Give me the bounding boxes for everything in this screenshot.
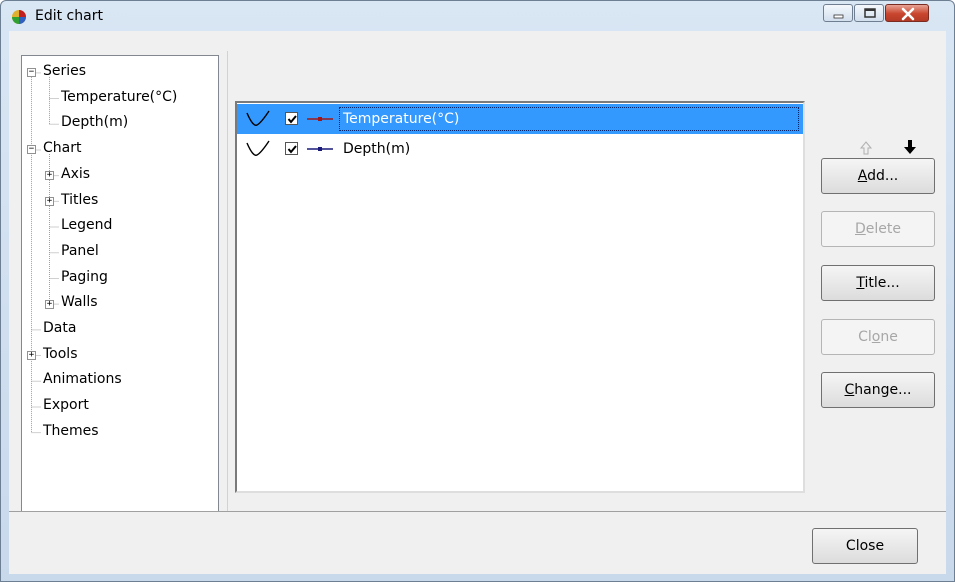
tree-item-titles[interactable]: Titles xyxy=(61,189,98,211)
series-style-icon[interactable] xyxy=(245,139,273,159)
delete-label-post: elete xyxy=(865,221,901,237)
maximize-icon xyxy=(864,8,876,18)
series-label: Depth(m) xyxy=(343,141,411,157)
close-window-button[interactable] xyxy=(885,4,929,22)
arrow-up-icon[interactable] xyxy=(857,139,875,157)
delete-label-mnemonic: D xyxy=(855,221,866,237)
series-list-row[interactable]: Depth(m) xyxy=(237,134,803,164)
tree-item-series[interactable]: Series xyxy=(43,60,86,82)
check-icon xyxy=(287,115,297,124)
editor-tree-view[interactable]: Series − Temperature(°C) Depth(m) Chart − Axis… xyxy=(21,55,219,549)
expand-icon[interactable]: + xyxy=(45,196,54,206)
tree-item-animations[interactable]: Animations xyxy=(43,368,122,390)
expand-icon[interactable]: + xyxy=(27,351,36,361)
tree-item-walls[interactable]: Walls xyxy=(61,291,98,313)
teechart-app-icon xyxy=(12,10,26,24)
maximize-button[interactable] xyxy=(854,4,884,22)
minimize-button[interactable] xyxy=(823,4,853,22)
series-visible-checkbox[interactable] xyxy=(285,142,298,155)
collapse-icon[interactable]: − xyxy=(27,145,36,155)
tree-item-legend[interactable]: Legend xyxy=(61,214,112,236)
tree-item-paging[interactable]: Paging xyxy=(61,266,108,288)
close-button[interactable]: Close xyxy=(812,528,918,564)
clone-series-button[interactable]: Clone xyxy=(821,319,935,355)
dialog-client-area: Series − Temperature(°C) Depth(m) Chart − Axis… xyxy=(9,31,946,574)
tree-item-export[interactable]: Export xyxy=(43,394,89,416)
check-icon xyxy=(287,145,297,154)
change-series-button[interactable]: Change... xyxy=(821,372,935,408)
change-label-mnemonic: C xyxy=(844,382,855,398)
clone-label-post: ne xyxy=(880,329,898,345)
series-line-icon xyxy=(307,117,333,121)
tree-item-panel[interactable]: Panel xyxy=(61,240,99,262)
tree-item-data[interactable]: Data xyxy=(43,317,76,339)
edit-chart-window: Edit chart Series − Temperature(°C) Depth(m… xyxy=(0,0,955,582)
title-series-button[interactable]: Title... xyxy=(821,265,935,301)
series-list-row[interactable]: Temperature(°C) xyxy=(237,104,803,134)
add-series-button[interactable]: Add... xyxy=(821,158,935,194)
tree-item-axis[interactable]: Axis xyxy=(61,163,90,185)
clone-label-pre: Cl xyxy=(858,329,872,345)
window-title: Edit chart xyxy=(35,8,103,24)
delete-series-button[interactable]: Delete xyxy=(821,211,935,247)
tree-item-chart[interactable]: Chart xyxy=(43,137,81,159)
add-label-post: dd... xyxy=(867,168,899,184)
series-visible-checkbox[interactable] xyxy=(285,112,298,125)
title-label-post: itle... xyxy=(864,275,900,291)
panel-separator xyxy=(227,51,228,551)
expand-icon[interactable]: + xyxy=(45,171,54,181)
dialog-footer: Close xyxy=(9,511,946,574)
collapse-icon[interactable]: − xyxy=(27,68,36,78)
tree-item-tools[interactable]: Tools xyxy=(43,343,78,365)
tree-item-temperature-c[interactable]: Temperature(°C) xyxy=(61,86,177,108)
tree-item-themes[interactable]: Themes xyxy=(43,420,99,442)
series-line-icon xyxy=(307,147,333,151)
arrow-down-icon[interactable] xyxy=(901,138,919,156)
focus-rectangle xyxy=(339,107,799,131)
title-bar[interactable]: Edit chart xyxy=(1,1,954,31)
minimize-icon xyxy=(833,14,844,19)
change-label-post: hange... xyxy=(854,382,912,398)
tree-item-depth-m[interactable]: Depth(m) xyxy=(61,111,128,133)
add-label-mnemonic: A xyxy=(857,168,868,184)
close-icon xyxy=(901,7,915,21)
expand-icon[interactable]: + xyxy=(45,299,54,309)
series-list[interactable]: Temperature(°C) Depth(m) xyxy=(235,101,805,493)
series-style-icon[interactable] xyxy=(245,109,273,129)
